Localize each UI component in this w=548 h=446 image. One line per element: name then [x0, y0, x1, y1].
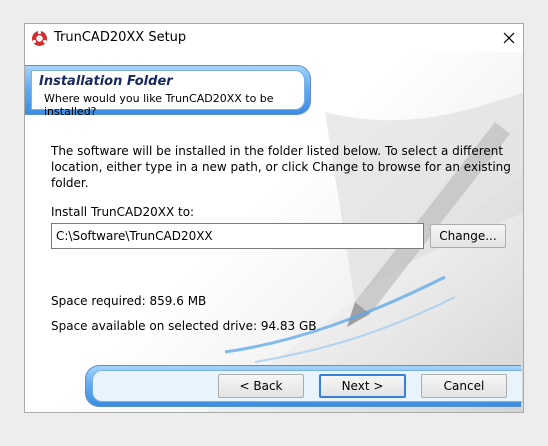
- back-button[interactable]: < Back: [218, 374, 304, 398]
- wizard-panel: Installation Folder Where would you like…: [24, 52, 524, 413]
- setup-window: TrunCAD20XX Setup Installation Folder Wh…: [0, 0, 548, 446]
- close-button[interactable]: [497, 26, 521, 50]
- truncad-logo-icon: [32, 30, 47, 46]
- header-panel: Installation Folder Where would you like…: [31, 70, 305, 118]
- install-path-input[interactable]: [51, 223, 424, 249]
- close-icon: [503, 32, 515, 44]
- header-banner: Installation Folder Where would you like…: [25, 65, 311, 118]
- space-available-text: Space available on selected drive: 94.83…: [51, 319, 317, 333]
- window-title: TrunCAD20XX Setup: [54, 30, 187, 45]
- install-location-label: Install TrunCAD20XX to:: [51, 205, 195, 219]
- cancel-button[interactable]: Cancel: [421, 374, 507, 398]
- page-subtitle: Where would you like TrunCAD20XX to be i…: [44, 92, 274, 118]
- title-bar[interactable]: TrunCAD20XX Setup: [24, 23, 524, 52]
- next-button[interactable]: Next >: [319, 374, 406, 398]
- description-text: The software will be installed in the fo…: [51, 144, 511, 190]
- change-button[interactable]: Change...: [430, 224, 506, 248]
- page-title: Installation Folder: [39, 74, 173, 89]
- space-required-text: Space required: 859.6 MB: [51, 294, 207, 308]
